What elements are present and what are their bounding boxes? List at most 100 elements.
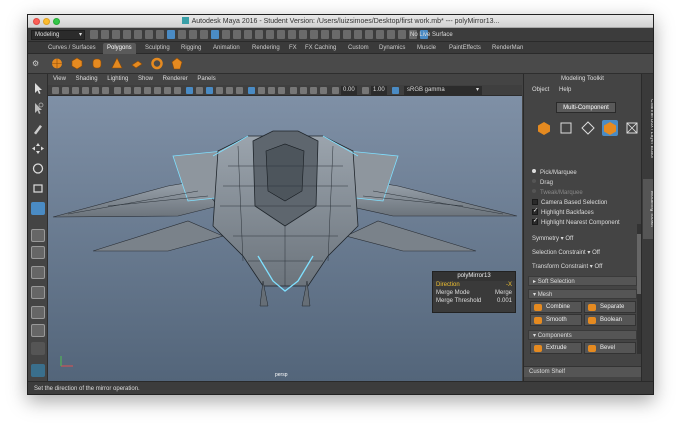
wireframe-icon[interactable] (186, 87, 193, 94)
exposure-field[interactable]: 0.00 (341, 86, 357, 95)
hud-icon[interactable] (299, 30, 307, 39)
grid-icon[interactable] (114, 87, 121, 94)
new-scene-icon[interactable] (90, 30, 98, 39)
spaceship-model[interactable] (48, 96, 522, 381)
drag-option[interactable]: Drag (532, 179, 553, 187)
snap-view-plane-icon[interactable] (211, 30, 219, 39)
symmetry-row[interactable]: Symmetry ▾ Off (528, 234, 637, 244)
gamma-icon[interactable] (362, 87, 369, 94)
poly-sphere-icon[interactable] (51, 57, 63, 70)
merge-mode-value[interactable]: Merge (495, 289, 512, 297)
viewport-menu-shading[interactable]: Shading (76, 76, 98, 82)
pick-marquee-option[interactable]: Pick/Marquee (532, 169, 577, 177)
multi-component-button[interactable]: Multi-Component (556, 102, 616, 113)
snap-grid-icon[interactable] (178, 30, 186, 39)
bookmark-icon[interactable] (72, 87, 79, 94)
viewport-menu-renderer[interactable]: Renderer (163, 76, 188, 82)
shelf-tab-sculpting[interactable]: Sculpting (141, 43, 174, 54)
color-management-icon[interactable] (392, 87, 399, 94)
mesh-section[interactable]: ▾ Mesh (528, 289, 637, 299)
scale-tool-icon[interactable] (31, 182, 45, 195)
soft-selection-section[interactable]: ▸ Soft Selection (528, 276, 637, 286)
selection-constraint-value[interactable]: Off (592, 250, 600, 256)
image-plane-icon[interactable] (82, 87, 89, 94)
open-scene-icon[interactable] (101, 30, 109, 39)
shelf-tab-fx[interactable]: FX (285, 43, 301, 54)
uv-mode-icon[interactable] (624, 120, 640, 136)
wireframe-on-shaded-icon[interactable] (206, 87, 213, 94)
object-mode-icon[interactable] (536, 120, 552, 136)
vertex-mode-icon[interactable] (558, 120, 574, 136)
textured-icon[interactable] (216, 87, 223, 94)
viewport-menu-show[interactable]: Show (138, 76, 153, 82)
shelf-tab-rendering[interactable]: Rendering (248, 43, 284, 54)
shadows-icon[interactable] (236, 87, 243, 94)
snap-curve-icon[interactable] (189, 30, 197, 39)
edge-mode-icon[interactable] (580, 120, 596, 136)
toggle-panel-icon[interactable] (376, 30, 384, 39)
multisample-aa-icon[interactable] (310, 87, 317, 94)
select-hierarchy-icon[interactable] (145, 30, 153, 39)
shelf-tab-dynamics[interactable]: Dynamics (375, 43, 409, 54)
viewport-persp[interactable]: persp (48, 96, 522, 381)
select-component-icon[interactable] (167, 30, 175, 39)
redo-icon[interactable] (134, 30, 142, 39)
viewport-menu-panels[interactable]: Panels (197, 76, 215, 82)
merge-threshold-value[interactable]: 0.001 (497, 297, 512, 305)
camera-attributes-icon[interactable] (62, 87, 69, 94)
paint-select-tool-icon[interactable] (31, 122, 45, 135)
gamma-field[interactable]: 1.00 (371, 86, 387, 95)
safe-action-icon[interactable] (164, 87, 171, 94)
zoom-window-button[interactable] (53, 18, 60, 25)
outliner-layout-icon[interactable] (31, 324, 45, 337)
shelf-tab-rigging[interactable]: Rigging (177, 43, 205, 54)
poly-cylinder-icon[interactable] (91, 57, 103, 70)
xray-icon[interactable] (248, 87, 255, 94)
smooth-shade-icon[interactable] (196, 87, 203, 94)
xray-joints-icon[interactable] (258, 87, 265, 94)
render-view-icon[interactable] (288, 30, 296, 39)
gate-mask-icon[interactable] (144, 87, 151, 94)
undo-icon[interactable] (123, 30, 131, 39)
move-tool-icon[interactable] (31, 142, 45, 155)
shelf-tab-custom[interactable]: Custom (344, 43, 373, 54)
side-tab-channel-box[interactable]: Channel Box / Layer Editor (643, 84, 653, 174)
toggle-outliner-icon[interactable] (387, 30, 395, 39)
shelf-tab-muscle[interactable]: Muscle (413, 43, 440, 54)
toolkit-menu-object[interactable]: Object (532, 87, 549, 93)
poly-torus-icon[interactable] (151, 57, 163, 70)
highlight-backfaces-option[interactable]: Highlight Backfaces (532, 207, 594, 217)
tweak-marquee-option[interactable]: Tweak/Marquee (532, 189, 583, 197)
shelf-tab-polygons[interactable]: Polygons (103, 43, 136, 54)
exposure-icon[interactable] (332, 87, 339, 94)
safe-title-icon[interactable] (174, 87, 181, 94)
poly-cube-icon[interactable] (71, 57, 83, 70)
merge-mode-row[interactable]: Merge Mode Merge (433, 289, 515, 297)
smooth-button[interactable]: Smooth (530, 314, 582, 326)
last-tool-icon[interactable] (31, 202, 45, 215)
direction-value[interactable]: -X (506, 281, 512, 289)
ipr-render-icon[interactable] (255, 30, 263, 39)
quick-render-icon[interactable] (354, 30, 362, 39)
shelf-tab-animation[interactable]: Animation (209, 43, 244, 54)
lasso-tool-icon[interactable] (31, 102, 45, 115)
viewport-menu-lighting[interactable]: Lighting (107, 76, 128, 82)
live-surface-label[interactable]: No Live Surface (410, 30, 453, 40)
screen-space-ao-icon[interactable] (290, 87, 297, 94)
menu-set-selector[interactable]: Modeling ▾ (31, 30, 85, 40)
resolution-gate-icon[interactable] (134, 87, 141, 94)
field-chart-icon[interactable] (154, 87, 161, 94)
isolate-select-icon[interactable] (278, 87, 285, 94)
xray-active-components-icon[interactable] (268, 87, 275, 94)
separate-button[interactable]: Separate (584, 301, 636, 313)
close-window-button[interactable] (33, 18, 40, 25)
camera-icon[interactable] (321, 30, 329, 39)
history-icon[interactable] (233, 30, 241, 39)
minimize-window-button[interactable] (43, 18, 50, 25)
shelf-tab-renderman[interactable]: RenderMan (488, 43, 527, 54)
extrude-button[interactable]: Extrude (530, 342, 582, 354)
snap-point-icon[interactable] (200, 30, 208, 39)
view-transform-select[interactable]: sRGB gamma ▾ (404, 86, 482, 95)
save-scene-icon[interactable] (112, 30, 120, 39)
toggle-attribute-editor-icon[interactable] (398, 30, 406, 39)
